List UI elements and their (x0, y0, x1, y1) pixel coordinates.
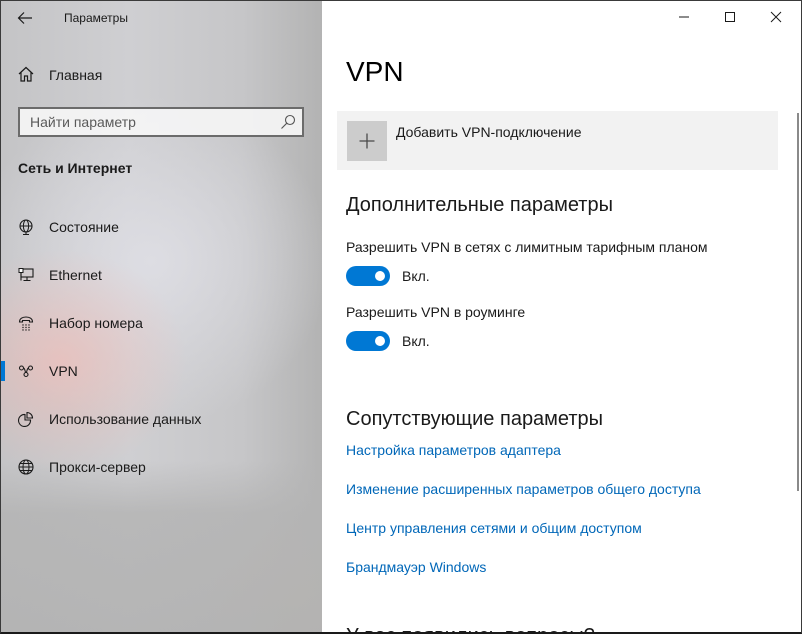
scrollbar-thumb[interactable] (797, 113, 799, 491)
firewall-link[interactable]: Брандмауэр Windows (346, 559, 486, 575)
section-title: Сеть и Интернет (18, 160, 133, 176)
sidebar-item-label: Прокси-сервер (49, 459, 146, 475)
sidebar: Параметры Главная Сеть и Интернет Состоя… (1, 1, 322, 632)
sidebar-item-status[interactable]: Состояние (1, 207, 322, 247)
search-box (18, 107, 304, 137)
questions-heading: У вас появились вопросы? (346, 625, 595, 632)
plus-tile (347, 121, 387, 161)
vpn-icon (18, 365, 34, 378)
sidebar-item-label: Использование данных (49, 411, 202, 427)
toggle-knob (375, 336, 385, 346)
sidebar-item-label: VPN (49, 363, 78, 379)
main-content: VPN Добавить VPN-подключение Дополнитель… (322, 1, 801, 632)
sidebar-item-label: Главная (49, 67, 103, 83)
dial-up-icon (18, 316, 34, 331)
search-input[interactable] (20, 109, 270, 135)
minimize-icon (679, 16, 689, 18)
metered-toggle[interactable] (346, 266, 390, 286)
sidebar-item-label: Набор номера (49, 315, 143, 331)
maximize-button[interactable] (707, 1, 753, 33)
network-center-link[interactable]: Центр управления сетями и общим доступом (346, 520, 642, 536)
roaming-toggle[interactable] (346, 331, 390, 351)
settings-window: Параметры Главная Сеть и Интернет Состоя… (0, 0, 802, 634)
globe-icon (18, 459, 34, 475)
plus-icon (359, 133, 375, 149)
add-vpn-button[interactable]: Добавить VPN-подключение (337, 111, 778, 170)
network-status-icon (19, 219, 33, 235)
sidebar-item-label: Состояние (49, 219, 119, 235)
metered-setting-label: Разрешить VPN в сетях с лимитным тарифны… (346, 239, 708, 255)
close-icon (770, 11, 782, 23)
related-heading: Сопутствующие параметры (346, 408, 604, 430)
minimize-button[interactable] (661, 1, 707, 33)
metered-toggle-state: Вкл. (402, 268, 430, 284)
sidebar-item-proxy[interactable]: Прокси-сервер (1, 447, 322, 487)
back-arrow-icon (17, 12, 32, 24)
sharing-options-link[interactable]: Изменение расширенных параметров общего … (346, 481, 701, 497)
roaming-setting-label: Разрешить VPN в роуминге (346, 304, 526, 320)
sidebar-item-label: Ethernet (49, 267, 102, 283)
home-icon (18, 66, 34, 82)
close-button[interactable] (753, 1, 799, 33)
advanced-heading: Дополнительные параметры (346, 194, 613, 216)
sidebar-item-vpn[interactable]: VPN (1, 351, 322, 391)
toggle-knob (375, 271, 385, 281)
add-vpn-label: Добавить VPN-подключение (396, 124, 582, 140)
app-title: Параметры (64, 11, 128, 25)
roaming-toggle-state: Вкл. (402, 333, 430, 349)
sidebar-item-data-usage[interactable]: Использование данных (1, 399, 322, 439)
back-button[interactable] (9, 3, 41, 33)
sidebar-item-home[interactable]: Главная (1, 59, 322, 91)
search-icon[interactable] (280, 114, 296, 130)
scrollbar[interactable] (795, 33, 801, 630)
maximize-icon (725, 12, 735, 22)
page-title: VPN (346, 56, 404, 87)
ethernet-icon (18, 268, 34, 282)
sidebar-item-dial-up[interactable]: Набор номера (1, 303, 322, 343)
selected-indicator (1, 361, 5, 381)
sidebar-item-ethernet[interactable]: Ethernet (1, 255, 322, 295)
adapter-settings-link[interactable]: Настройка параметров адаптера (346, 442, 561, 458)
data-usage-icon (18, 411, 34, 427)
